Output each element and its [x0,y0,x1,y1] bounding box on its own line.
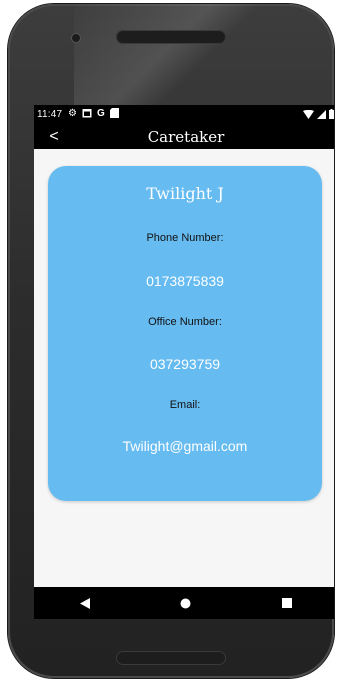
status-system-icons [303,109,334,122]
earpiece-speaker [116,30,226,44]
app-screen: 11:47 ⚙ G < Caretaker Twilight J Phone N… [34,105,334,619]
battery-icon [329,109,334,122]
settings-icon: ⚙ [68,108,77,119]
email-value: Twilight@gmail.com [122,438,248,454]
caretaker-card: Twilight J Phone Number: 0173875839 Offi… [48,166,322,501]
nav-home-button[interactable] [174,591,198,615]
nav-back-button[interactable] [73,591,97,615]
wifi-icon [303,109,314,122]
google-icon: G [96,108,105,119]
recents-square-icon [282,598,293,608]
bottom-speaker [116,651,226,665]
phone-value: 0173875839 [146,273,224,289]
status-time: 11:47 [37,109,63,120]
office-label: Office Number: [148,316,222,328]
email-label: Email: [169,399,201,411]
calendar-icon [82,108,92,122]
caretaker-name: Twilight J [146,184,224,203]
front-camera [72,34,80,42]
nav-recents-button[interactable] [275,591,299,615]
phone-label: Phone Number: [146,232,224,244]
status-notification-icons: ⚙ G [68,108,119,122]
sd-card-icon [109,108,119,122]
status-bar: 11:47 ⚙ G [34,105,334,125]
page-title: Caretaker [147,128,225,146]
phone-frame: 11:47 ⚙ G < Caretaker Twilight J Phone N… [8,4,334,678]
system-nav-bar [34,587,334,619]
back-triangle-icon [79,597,90,609]
home-circle-icon [180,598,191,608]
office-value: 037293759 [149,356,221,372]
signal-icon [317,109,326,122]
app-bar: < Caretaker [34,125,334,149]
